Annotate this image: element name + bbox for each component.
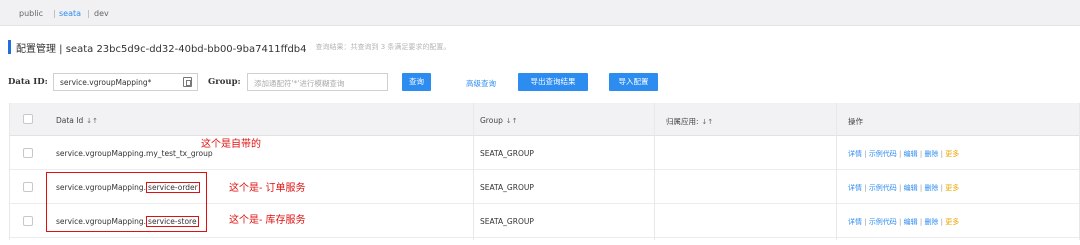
annotation-note-store: 这个是- 库存服务 [229,215,306,226]
table-row: service.vgroupMapping.my_test_tx_group S… [10,136,1079,170]
search-bar: Data ID: service.vgroupMapping* Group: 添… [0,73,1080,91]
row-actions: 详情 | 示例代码 | 编辑 | 删除 | 更多 [848,184,960,192]
row-group: SEATA_GROUP [480,217,534,226]
namespace-public[interactable]: public [19,9,43,18]
row-group: SEATA_GROUP [480,183,534,192]
sample-code-link[interactable]: 示例代码 [869,218,897,226]
row-checkbox[interactable] [23,182,33,192]
title-accent-bar [8,40,11,54]
page-header: 配置管理 | seata 23bc5d9c-dd32-40bd-bb00-9ba… [8,40,451,55]
namespace-bar: public | seata | dev [0,0,1080,26]
clipboard-icon[interactable] [183,77,192,87]
header-actions: 操作 [848,117,863,126]
row-actions: 详情 | 示例代码 | 编辑 | 删除 | 更多 [848,150,960,158]
row-checkbox[interactable] [23,216,33,226]
column-divider [473,103,474,240]
import-config-button[interactable]: 导入配置 [609,73,658,91]
annotation-note-order: 这个是- 订单服务 [229,183,306,194]
data-id-input[interactable]: service.vgroupMapping* [53,73,198,91]
more-link[interactable]: 更多 [945,218,959,226]
row-data-id: service.vgroupMapping.my_test_tx_group [56,149,213,158]
more-link[interactable]: 更多 [945,150,959,158]
export-results-button[interactable]: 导出查询结果 [518,73,588,91]
column-divider [836,103,837,240]
sort-icon[interactable]: ↓↑ [86,117,98,125]
column-divider [654,103,655,240]
row-checkbox[interactable] [23,148,33,158]
header-app[interactable]: 归属应用: ↓↑ [666,116,713,127]
sort-icon[interactable]: ↓↑ [702,118,714,126]
delete-link[interactable]: 删除 [924,150,938,158]
group-placeholder: 添加通配符'*'进行模糊查询 [254,79,345,88]
select-all-checkbox[interactable] [23,114,33,124]
detail-link[interactable]: 详情 [848,184,862,192]
annotation-note-builtin: 这个是自带的 [201,139,261,150]
row-group: SEATA_GROUP [480,149,534,158]
namespace-separator: | [87,9,90,18]
row-actions: 详情 | 示例代码 | 编辑 | 删除 | 更多 [848,218,960,226]
sample-code-link[interactable]: 示例代码 [869,184,897,192]
namespace-dev[interactable]: dev [94,9,109,18]
query-button[interactable]: 查询 [402,73,431,91]
data-id-value: service.vgroupMapping* [60,78,152,87]
table-header: Data Id ↓↑ Group ↓↑ 归属应用: ↓↑ 操作 [10,103,1079,136]
advanced-query-link[interactable]: 高级查询 [466,78,496,89]
detail-link[interactable]: 详情 [848,218,862,226]
edit-link[interactable]: 编辑 [904,218,918,226]
result-summary: 查询结果：共查询到 3 条满足要求的配置。 [315,43,451,51]
page-title: 配置管理 | seata 23bc5d9c-dd32-40bd-bb00-9ba… [16,43,307,55]
namespace-seata[interactable]: seata [59,9,81,18]
more-link[interactable]: 更多 [945,184,959,192]
sort-icon[interactable]: ↓↑ [506,117,518,125]
sample-code-link[interactable]: 示例代码 [869,150,897,158]
data-id-label: Data ID: [8,77,48,87]
group-input[interactable]: 添加通配符'*'进行模糊查询 [247,73,388,91]
annotation-box [46,172,207,232]
delete-link[interactable]: 删除 [924,218,938,226]
delete-link[interactable]: 删除 [924,184,938,192]
namespace-separator: | [53,9,56,18]
detail-link[interactable]: 详情 [848,150,862,158]
group-label: Group: [208,77,241,87]
header-data-id[interactable]: Data Id ↓↑ [56,116,98,125]
header-group[interactable]: Group ↓↑ [480,116,518,125]
edit-link[interactable]: 编辑 [904,184,918,192]
edit-link[interactable]: 编辑 [904,150,918,158]
